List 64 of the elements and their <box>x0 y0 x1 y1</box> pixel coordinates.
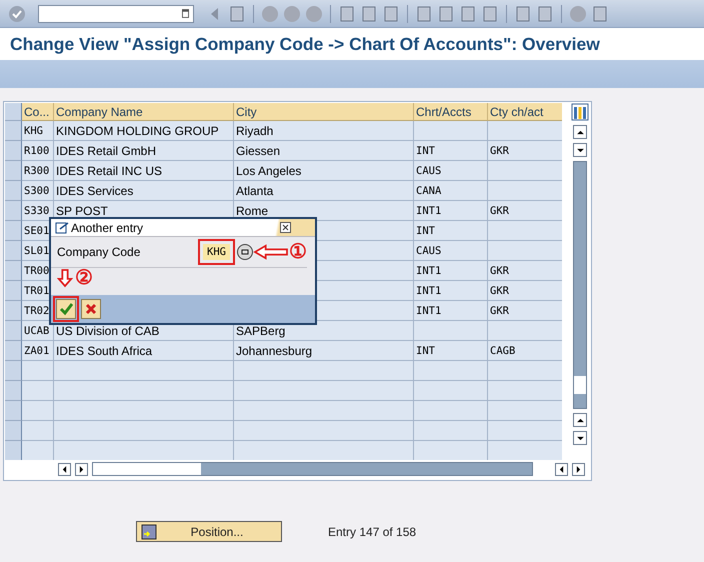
row-selector[interactable] <box>5 301 22 321</box>
left-arrow-icon <box>252 244 289 260</box>
cancel-button[interactable] <box>81 299 101 319</box>
row-selector[interactable] <box>5 221 22 241</box>
checkmark-icon <box>59 302 73 316</box>
dropdown-icon[interactable] <box>182 9 189 18</box>
row-selector[interactable] <box>5 181 22 201</box>
search-help-icon[interactable] <box>236 244 253 260</box>
column-header[interactable]: Cty ch/act <box>488 103 562 121</box>
scroll-down-button[interactable] <box>573 431 588 445</box>
right-arrow-icon <box>576 466 581 472</box>
column-header[interactable]: City <box>234 103 414 121</box>
screen-title: Change View "Assign Company Code -> Chart Of Accounts": Overview <box>0 28 704 60</box>
close-icon[interactable] <box>280 222 291 233</box>
right-arrow-icon <box>79 466 84 472</box>
column-header[interactable]: Co... <box>22 103 54 121</box>
down-arrow-icon <box>576 148 584 152</box>
row-selector[interactable] <box>5 341 22 361</box>
row-selector[interactable] <box>5 141 22 161</box>
up-arrow-icon <box>576 130 584 134</box>
entry-counter: Entry 147 of 158 <box>328 524 416 538</box>
command-field[interactable] <box>38 4 194 22</box>
row-selector[interactable] <box>5 201 22 221</box>
scroll-up-button[interactable] <box>573 413 588 427</box>
enter-icon[interactable] <box>8 4 26 22</box>
row-selector[interactable] <box>5 441 22 460</box>
left-arrow-icon <box>62 466 67 472</box>
scrollbar-track[interactable] <box>573 161 588 409</box>
position-button[interactable]: Position... <box>136 521 282 542</box>
row-selector[interactable] <box>5 261 22 281</box>
column-settings-icon[interactable] <box>571 103 590 121</box>
up-arrow-icon <box>576 418 584 422</box>
scrollbar-track[interactable] <box>92 462 533 476</box>
step-number: ② <box>75 268 93 288</box>
scroll-down-button[interactable] <box>573 143 588 157</box>
column-header[interactable]: Chrt/Accts <box>414 103 488 121</box>
down-arrow-icon <box>576 436 584 440</box>
scroll-left-button[interactable] <box>58 462 71 476</box>
row-selector[interactable] <box>5 281 22 301</box>
scrollbar-thumb[interactable] <box>93 463 201 475</box>
company-code-field[interactable]: KHG <box>203 244 230 260</box>
row-selector[interactable] <box>5 361 22 381</box>
row-selector[interactable] <box>5 241 22 261</box>
field-label: Company Code <box>57 245 142 259</box>
scrollbar-thumb[interactable] <box>574 376 586 394</box>
row-selector[interactable] <box>5 381 22 401</box>
scroll-right-button[interactable] <box>75 462 88 476</box>
down-arrow-icon <box>57 268 73 288</box>
step-number: ① <box>288 242 307 262</box>
scroll-right-button[interactable] <box>572 462 585 476</box>
row-selector[interactable] <box>5 321 22 341</box>
row-selector[interactable] <box>5 161 22 181</box>
row-selector[interactable] <box>5 401 22 421</box>
row-selector[interactable] <box>5 421 22 441</box>
cross-icon <box>84 302 98 316</box>
scroll-left-button[interactable] <box>555 462 568 476</box>
scroll-up-button[interactable] <box>573 125 588 139</box>
dialog-icon <box>55 222 69 234</box>
position-icon <box>141 524 157 540</box>
row-selector[interactable] <box>5 121 22 141</box>
dialog-title: Another entry <box>71 220 144 234</box>
column-header[interactable]: Company Name <box>54 103 234 121</box>
left-arrow-icon <box>559 466 564 472</box>
select-all-cell[interactable] <box>5 103 22 121</box>
